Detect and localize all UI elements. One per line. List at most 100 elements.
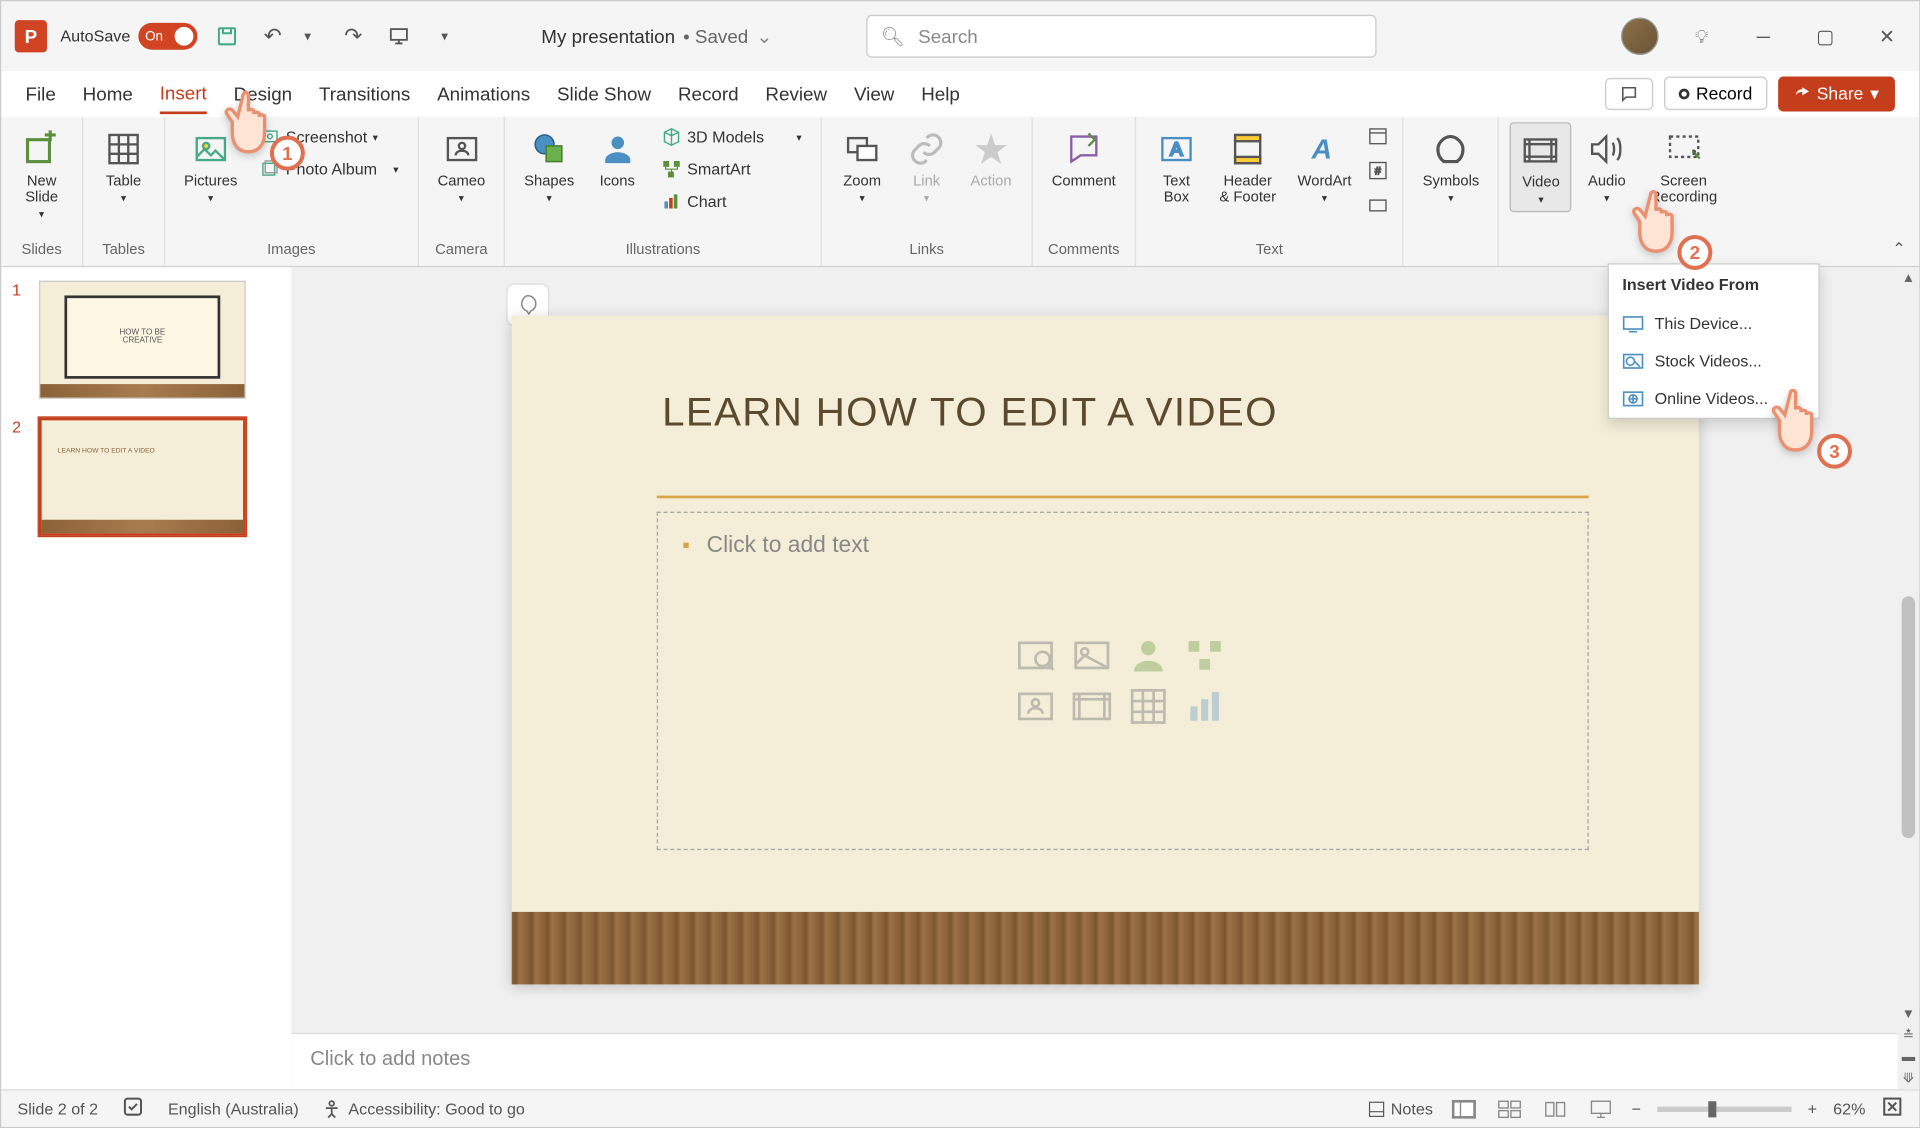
zoom-in-button[interactable]: + xyxy=(1808,1099,1817,1118)
tab-home[interactable]: Home xyxy=(83,75,133,113)
tab-review[interactable]: Review xyxy=(765,75,827,113)
thumb-number-1: 1 xyxy=(12,281,28,300)
record-button[interactable]: Record xyxy=(1664,77,1767,111)
svg-text:A: A xyxy=(1170,138,1183,159)
tab-record[interactable]: Record xyxy=(678,75,739,113)
lightbulb-icon[interactable]: 💡︎ xyxy=(1683,17,1721,55)
user-avatar[interactable] xyxy=(1621,17,1659,55)
scroll-up-arrow[interactable]: ▲ xyxy=(1898,267,1919,288)
video-this-device[interactable]: This Device... xyxy=(1609,305,1819,343)
notes-toggle[interactable]: Notes xyxy=(1367,1099,1433,1118)
autosave-toggle[interactable]: AutoSave On xyxy=(60,23,197,50)
comment-button[interactable]: Comment xyxy=(1043,122,1124,195)
insert-table-icon[interactable] xyxy=(1127,685,1170,728)
screenshot-button[interactable]: Screenshot ▾ xyxy=(251,122,407,152)
slide-thumbnail-2[interactable]: LEARN HOW TO EDIT A VIDEO xyxy=(39,418,246,536)
share-button[interactable]: Share ▾ xyxy=(1778,76,1895,111)
header-footer-button[interactable]: Header & Footer xyxy=(1211,122,1284,211)
video-stock-videos[interactable]: Stock Videos... xyxy=(1609,342,1819,380)
spelling-icon[interactable] xyxy=(122,1096,143,1122)
slide-thumbnail-1[interactable]: HOW TO BE CREATIVE xyxy=(39,281,246,399)
tab-view[interactable]: View xyxy=(854,75,894,113)
insert-icon-icon[interactable] xyxy=(1127,634,1170,677)
insert-chart-icon[interactable] xyxy=(1183,685,1226,728)
insert-picture-icon[interactable] xyxy=(1070,634,1113,677)
zoom-out-button[interactable]: − xyxy=(1632,1099,1641,1118)
minimize-button[interactable]: ─ xyxy=(1745,17,1783,55)
3d-models-button[interactable]: 3D Models ▾ xyxy=(652,122,810,152)
document-title[interactable]: My presentation • Saved ⌄ xyxy=(541,25,772,48)
close-button[interactable]: ✕ xyxy=(1868,17,1906,55)
smartart-button[interactable]: SmartArt xyxy=(652,154,810,184)
date-time-button[interactable] xyxy=(1365,122,1392,149)
video-online-videos[interactable]: Online Videos... xyxy=(1609,380,1819,418)
reading-view-button[interactable] xyxy=(1540,1097,1570,1121)
slide-counter[interactable]: Slide 2 of 2 xyxy=(17,1099,98,1118)
nav-icon[interactable]: ▬ xyxy=(1898,1046,1919,1067)
slideshow-view-button[interactable] xyxy=(1586,1097,1616,1121)
zoom-button[interactable]: Zoom ▾ xyxy=(833,122,892,209)
slide-title[interactable]: LEARN HOW TO EDIT A VIDEO xyxy=(662,391,1278,437)
tab-slideshow[interactable]: Slide Show xyxy=(557,75,651,113)
pictures-button[interactable]: Pictures ▾ xyxy=(176,122,246,209)
symbols-button[interactable]: Symbols ▾ xyxy=(1415,122,1488,209)
tab-design[interactable]: Design xyxy=(234,75,293,113)
new-slide-button[interactable]: New Slide ▾ xyxy=(12,122,71,225)
slide[interactable]: LEARN HOW TO EDIT A VIDEO ▪ Click to add… xyxy=(512,316,1699,985)
tab-help[interactable]: Help xyxy=(921,75,960,113)
zoom-level[interactable]: 62% xyxy=(1833,1099,1865,1118)
audio-button[interactable]: Audio ▾ xyxy=(1577,122,1636,209)
icons-button[interactable]: Icons xyxy=(588,122,647,195)
redo-button[interactable]: ↷ xyxy=(337,20,369,52)
autosave-switch[interactable]: On xyxy=(138,23,197,50)
scroll-down-arrow[interactable]: ▼ xyxy=(1898,1003,1919,1024)
vertical-scrollbar[interactable]: ▲ ▼ ≛ ▬ ⟱ xyxy=(1898,267,1919,1089)
textbox-button[interactable]: A Text Box xyxy=(1147,122,1206,211)
present-from-start-button[interactable] xyxy=(383,20,415,52)
wordart-button[interactable]: A WordArt ▾ xyxy=(1289,122,1359,209)
insert-smartart-icon[interactable] xyxy=(1183,634,1226,677)
accessibility-status[interactable]: Accessibility: Good to go xyxy=(323,1099,525,1118)
tab-file[interactable]: File xyxy=(26,75,56,113)
photo-album-button[interactable]: Photo Album ▾ xyxy=(251,154,407,184)
prev-slide-arrow[interactable]: ≛ xyxy=(1898,1025,1919,1046)
fit-to-window-button[interactable] xyxy=(1882,1096,1903,1122)
shapes-button[interactable]: Shapes ▾ xyxy=(516,122,582,209)
insert-cameo-icon[interactable] xyxy=(1014,685,1057,728)
slide-floor-texture xyxy=(512,912,1699,985)
language-label[interactable]: English (Australia) xyxy=(168,1099,299,1118)
maximize-button[interactable]: ▢ xyxy=(1806,17,1844,55)
tab-transitions[interactable]: Transitions xyxy=(319,75,410,113)
undo-dropdown[interactable]: ▾ xyxy=(291,20,323,52)
undo-button[interactable]: ↶ xyxy=(257,20,289,52)
normal-view-button[interactable] xyxy=(1449,1097,1479,1121)
screenshot-icon xyxy=(259,126,280,147)
notes-pane[interactable]: Click to add notes xyxy=(291,1033,1919,1089)
object-button[interactable] xyxy=(1365,192,1392,219)
comment-icon xyxy=(1062,128,1105,171)
cameo-button[interactable]: Cameo ▾ xyxy=(430,122,494,209)
insert-stock-image-icon[interactable] xyxy=(1014,634,1057,677)
slide-thumbnails[interactable]: 1 HOW TO BE CREATIVE 2 LEARN HOW TO EDIT… xyxy=(1,267,291,1089)
svg-text:A: A xyxy=(1311,132,1332,164)
scroll-thumb[interactable] xyxy=(1902,596,1915,838)
video-button[interactable]: Video ▾ xyxy=(1510,122,1572,212)
comments-pane-button[interactable] xyxy=(1605,77,1653,109)
zoom-slider[interactable] xyxy=(1657,1106,1791,1111)
slide-number-button[interactable]: # xyxy=(1365,157,1392,184)
next-slide-arrow[interactable]: ⟱ xyxy=(1898,1068,1919,1089)
collapse-ribbon-button[interactable]: ⌃ xyxy=(1892,239,1906,258)
insert-video-icon[interactable] xyxy=(1070,685,1113,728)
qat-customize[interactable]: ▾ xyxy=(428,20,460,52)
tab-insert[interactable]: Insert xyxy=(160,73,207,113)
save-icon[interactable] xyxy=(211,20,243,52)
table-button[interactable]: Table ▾ xyxy=(94,122,153,209)
chart-button[interactable]: Chart xyxy=(652,187,810,217)
screen-recording-button[interactable]: Screen Recording xyxy=(1642,122,1725,211)
slide-content-placeholder[interactable]: ▪ Click to add text xyxy=(657,512,1589,850)
video-dropdown-menu: Insert Video From This Device... Stock V… xyxy=(1608,263,1820,419)
search-input[interactable]: 🔍︎ Search xyxy=(866,15,1376,58)
slide-sorter-button[interactable] xyxy=(1495,1097,1525,1121)
tab-animations[interactable]: Animations xyxy=(437,75,530,113)
ribbon-tabs: File Home Insert Design Transitions Anim… xyxy=(1,71,1919,117)
